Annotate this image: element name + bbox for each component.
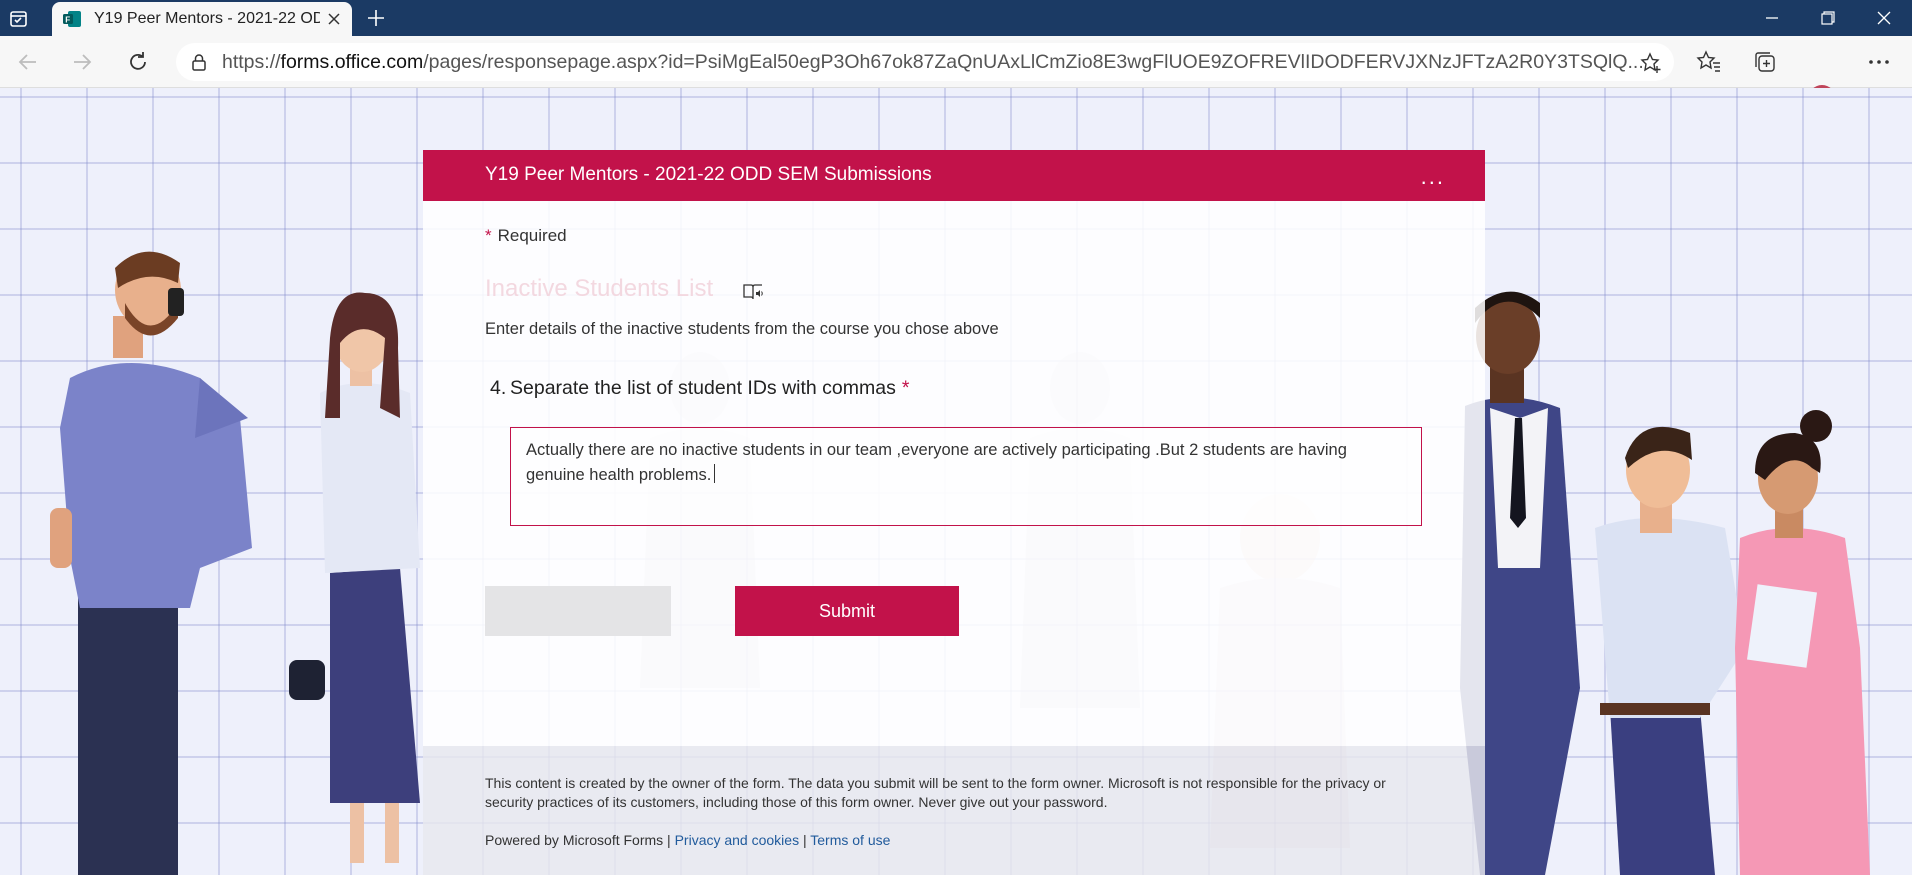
required-label: Required [497,226,567,245]
restore-icon[interactable] [1800,0,1856,36]
minimize-icon[interactable] [1744,0,1800,36]
address-bar[interactable]: https://forms.office.com/pages/responsep… [176,43,1674,81]
form-body: * Required Inactive Students List Enter d… [423,201,1485,746]
powered-by-line: Powered by Microsoft Forms | Privacy and… [485,832,890,848]
favorites-icon[interactable] [1696,49,1722,75]
add-favorite-icon[interactable] [1640,52,1662,74]
new-tab-icon[interactable] [364,6,388,30]
tab-actions-icon[interactable] [8,8,40,30]
immersive-reader-icon[interactable] [742,282,764,302]
svg-text:F: F [65,16,70,25]
footer-separator: | [802,832,807,848]
form-header: Y19 Peer Mentors - 2021-22 ODD SEM Submi… [423,150,1485,201]
browser-toolbar: https://forms.office.com/pages/responsep… [0,36,1912,113]
more-options-button[interactable]: ... [1421,164,1445,190]
previous-button[interactable] [485,586,671,636]
question-required-star: * [901,377,910,399]
powered-by-text: Powered by Microsoft Forms | [485,832,671,848]
microsoft-forms-favicon-icon: F [62,9,82,29]
close-window-icon[interactable] [1856,0,1912,36]
required-star: * [485,226,492,245]
form-card: Y19 Peer Mentors - 2021-22 ODD SEM Submi… [423,150,1485,875]
refresh-icon[interactable] [126,50,150,74]
form-title: Y19 Peer Mentors - 2021-22 ODD SEM Submi… [485,164,932,185]
section-title: Inactive Students List [485,275,714,302]
privacy-link[interactable]: Privacy and cookies [675,832,800,848]
text-caret [714,464,716,483]
browser-tab-active[interactable]: F Y19 Peer Mentors - 2021-22 ODD SEM Sub… [52,2,352,36]
section-description: Enter details of the inactive students f… [485,320,999,338]
url-text[interactable]: https://forms.office.com/pages/responsep… [222,51,1642,74]
required-note: * Required [485,226,567,246]
browser-titlebar: F Y19 Peer Mentors - 2021-22 ODD SEM Sub… [0,0,1912,36]
back-icon[interactable] [16,50,40,74]
footer-disclaimer: This content is created by the owner of … [485,775,1386,810]
question-text: Separate the list of student IDs with co… [510,377,896,399]
answer-textarea[interactable]: Actually there are no inactive students … [510,427,1422,526]
question-title: Separate the list of student IDs with co… [510,377,909,400]
answer-text: Actually there are no inactive students … [526,441,1347,484]
lock-icon[interactable] [190,53,208,71]
terms-link[interactable]: Terms of use [810,832,890,848]
collections-icon[interactable] [1752,49,1778,75]
page-background: Y19 Peer Mentors - 2021-22 ODD SEM Submi… [0,88,1912,875]
submit-button[interactable]: Submit [735,586,959,636]
close-tab-icon[interactable] [326,11,342,27]
question-number: 4. [490,377,507,399]
form-footer: This content is created by the owner of … [423,746,1485,875]
more-options-icon[interactable] [1866,49,1892,75]
forward-icon[interactable] [70,50,94,74]
tab-title: Y19 Peer Mentors - 2021-22 ODD SEM Submi… [94,10,320,27]
